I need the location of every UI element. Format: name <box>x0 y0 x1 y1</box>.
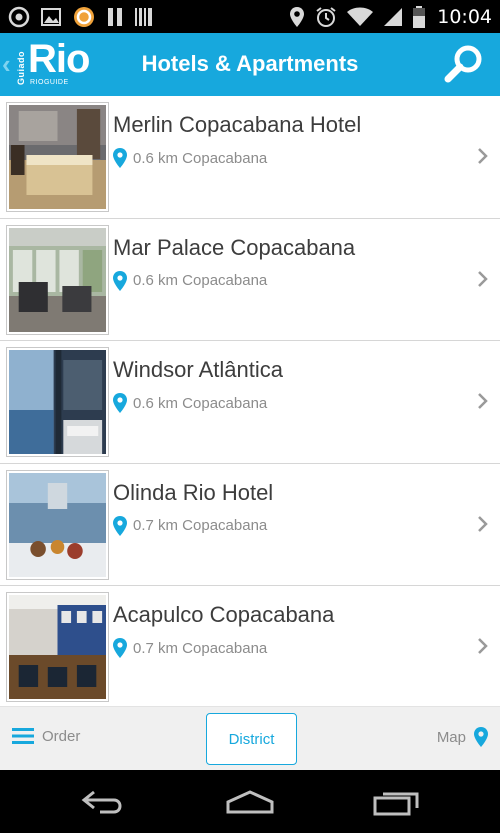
hotel-thumbnail <box>6 592 109 702</box>
nav-home-button[interactable] <box>220 784 280 820</box>
hotel-distance: 0.6 km Copacabana <box>133 272 268 289</box>
hotel-location: 0.7 km Copacabana <box>113 638 267 658</box>
hotel-location: 0.6 km Copacabana <box>113 148 267 168</box>
hotel-distance: 0.7 km Copacabana <box>133 517 268 534</box>
search-icon <box>444 45 482 83</box>
chevron-right-icon <box>478 515 488 532</box>
nav-back-button[interactable] <box>74 784 134 820</box>
page-title: Hotels & Apartments <box>141 51 359 76</box>
bottom-toolbar: Order District Map <box>0 706 500 770</box>
pause-icon <box>106 6 124 28</box>
status-system: 10:04 <box>289 5 492 28</box>
location-pin-icon <box>113 515 127 536</box>
chevron-right-icon <box>478 148 488 164</box>
hotel-distance: 0.7 km Copacabana <box>133 639 268 657</box>
barcode-icon <box>134 6 154 28</box>
status-notifications <box>8 5 154 29</box>
hotel-distance: 0.6 km Copacabana <box>133 149 268 167</box>
orange-ring-icon <box>72 5 96 29</box>
location-pin-icon <box>113 270 127 291</box>
hotel-name: Merlin Copacabana Hotel <box>113 112 362 137</box>
circle-target-icon <box>8 6 30 28</box>
logo-sub-text: RIOGUIDE <box>30 79 69 86</box>
signal-icon <box>383 7 403 27</box>
hotel-name: Windsor Atlântica <box>113 357 283 382</box>
hotel-list: Merlin Copacabana Hotel 0.6 km Copacaban… <box>0 96 500 706</box>
system-nav-bar <box>0 770 500 833</box>
wifi-icon <box>347 7 374 27</box>
hotel-list-item[interactable]: Olinda Rio Hotel 0.7 km Copacabana <box>0 463 500 586</box>
location-icon <box>289 6 305 28</box>
order-button[interactable]: Order <box>12 727 80 745</box>
district-button[interactable]: District <box>206 713 297 765</box>
menu-icon <box>12 728 34 744</box>
hotel-list-item[interactable]: Acapulco Copacabana 0.7 km Copacabana <box>0 586 500 706</box>
alarm-icon <box>315 6 337 28</box>
map-button[interactable]: Map <box>437 727 488 747</box>
hotel-list-item[interactable]: Windsor Atlântica 0.6 km Copacabana <box>0 341 500 464</box>
chevron-right-icon <box>478 393 488 409</box>
hotel-location: 0.7 km Copacabana <box>113 515 268 536</box>
home-icon <box>226 790 274 814</box>
hotel-thumbnail <box>6 469 109 580</box>
location-pin-icon <box>113 393 127 413</box>
hotel-list-item[interactable]: Mar Palace Copacabana 0.6 km Copacabana <box>0 218 500 341</box>
chevron-right-icon <box>478 270 488 287</box>
hotel-thumbnail <box>6 102 109 212</box>
image-icon <box>40 6 62 28</box>
back-arrow-icon <box>81 790 122 814</box>
location-pin-icon <box>113 638 127 658</box>
status-bar: 10:04 <box>0 0 500 33</box>
district-label: District <box>228 730 275 748</box>
hotel-distance: 0.6 km Copacabana <box>133 394 268 412</box>
hotel-name: Acapulco Copacabana <box>113 602 335 627</box>
location-pin-icon <box>113 148 127 168</box>
hotel-location: 0.6 km Copacabana <box>113 270 268 291</box>
recents-icon <box>373 792 419 816</box>
battery-icon <box>413 5 426 28</box>
chevron-right-icon <box>478 638 488 654</box>
hotel-name: Olinda Rio Hotel <box>113 479 274 505</box>
nav-recents-button[interactable] <box>366 784 426 820</box>
map-pin-icon <box>474 727 488 747</box>
hotel-name: Mar Palace Copacabana <box>113 234 356 260</box>
hotel-thumbnail <box>6 224 109 335</box>
hotel-list-item[interactable]: Merlin Copacabana Hotel 0.6 km Copacaban… <box>0 96 500 219</box>
hotel-thumbnail <box>6 347 109 457</box>
hotel-location: 0.6 km Copacabana <box>113 393 267 413</box>
status-time: 10:04 <box>437 5 492 28</box>
map-label: Map <box>436 728 466 746</box>
search-button[interactable] <box>442 43 486 87</box>
app-header: ‹ Guiado Rio RIOGUIDE Hotels & Apartment… <box>0 33 500 96</box>
order-label: Order <box>42 727 81 745</box>
